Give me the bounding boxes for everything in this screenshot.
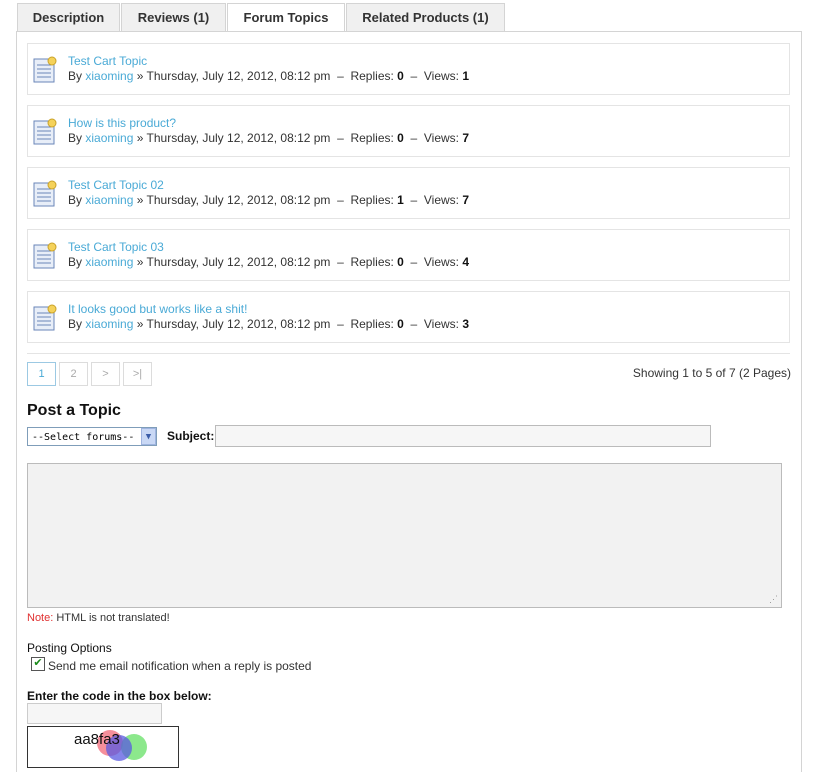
replies-label: Replies: — [350, 193, 394, 207]
views-count: 1 — [462, 69, 470, 83]
replies-label: Replies: — [350, 131, 394, 145]
note-label: Note: — [27, 612, 54, 624]
separator: » — [136, 255, 144, 269]
html-note: Note: HTML is not translated! — [27, 612, 170, 624]
separator: » — [136, 317, 144, 331]
dash: – — [337, 255, 344, 269]
author-link[interactable]: xiaoming — [85, 69, 133, 83]
post-topic-heading: Post a Topic — [27, 402, 121, 419]
tab-related-products[interactable]: Related Products (1) — [346, 3, 505, 32]
views-label: Views: — [423, 193, 460, 207]
topic-meta: By xiaoming » Thursday, July 12, 2012, 0… — [68, 317, 469, 331]
topic-meta: By xiaoming » Thursday, July 12, 2012, 0… — [68, 255, 469, 269]
last-page-button[interactable]: >| — [123, 362, 152, 386]
topic-document-icon — [33, 180, 57, 207]
topic-item: Test Cart Topic 02 By xiaoming » Thursda… — [27, 167, 790, 219]
email-notify-label: Send me email notification when a reply … — [48, 659, 312, 673]
topic-meta: By xiaoming » Thursday, July 12, 2012, 0… — [68, 69, 469, 83]
forum-select-value: --Select forums-- — [32, 432, 135, 443]
topic-meta: By xiaoming » Thursday, July 12, 2012, 0… — [68, 131, 469, 145]
page-2-button[interactable]: 2 — [59, 362, 88, 386]
captcha-input[interactable] — [27, 703, 162, 724]
author-link[interactable]: xiaoming — [85, 255, 133, 269]
tab-forum-topics[interactable]: Forum Topics — [227, 3, 345, 33]
views-label: Views: — [423, 317, 460, 331]
replies-count: 1 — [397, 193, 404, 207]
tab-reviews[interactable]: Reviews (1) — [121, 3, 226, 32]
message-textarea[interactable]: ⋰ — [27, 463, 782, 608]
replies-count: 0 — [397, 255, 404, 269]
dash: – — [337, 131, 344, 145]
forum-select[interactable]: --Select forums-- ▼ — [27, 427, 157, 446]
topic-date: Thursday, July 12, 2012, 08:12 pm — [146, 193, 331, 207]
page-1-button[interactable]: 1 — [27, 362, 56, 386]
topic-document-icon — [33, 304, 57, 331]
replies-label: Replies: — [350, 69, 394, 83]
by-label: By — [68, 69, 83, 83]
subject-input[interactable] — [215, 425, 711, 447]
dash: – — [337, 69, 344, 83]
topic-item: Test Cart Topic By xiaoming » Thursday, … — [27, 43, 790, 95]
dash: – — [410, 193, 418, 207]
topic-title-link[interactable]: It looks good but works like a shit! — [68, 302, 247, 316]
topic-meta: By xiaoming » Thursday, July 12, 2012, 0… — [68, 193, 469, 207]
dash: – — [337, 317, 344, 331]
resize-grip-icon[interactable]: ⋰ — [769, 595, 778, 604]
topic-date: Thursday, July 12, 2012, 08:12 pm — [146, 255, 331, 269]
topic-document-icon — [33, 118, 57, 145]
topic-title-link[interactable]: How is this product? — [68, 116, 176, 130]
by-label: By — [68, 131, 83, 145]
tab-description[interactable]: Description — [17, 3, 120, 32]
next-page-button[interactable]: > — [91, 362, 120, 386]
views-label: Views: — [423, 255, 460, 269]
topic-item: Test Cart Topic 03 By xiaoming » Thursda… — [27, 229, 790, 281]
replies-label: Replies: — [350, 317, 394, 331]
topic-title-link[interactable]: Test Cart Topic 02 — [68, 178, 164, 192]
topic-title-link[interactable]: Test Cart Topic 03 — [68, 240, 164, 254]
replies-count: 0 — [397, 69, 404, 83]
separator: » — [136, 69, 144, 83]
replies-label: Replies: — [350, 255, 394, 269]
by-label: By — [68, 193, 83, 207]
note-text: HTML is not translated! — [56, 612, 170, 624]
views-count: 4 — [462, 255, 470, 269]
replies-count: 0 — [397, 131, 404, 145]
author-link[interactable]: xiaoming — [85, 131, 133, 145]
views-count: 7 — [462, 193, 470, 207]
topic-date: Thursday, July 12, 2012, 08:12 pm — [146, 69, 331, 83]
dash: – — [337, 193, 344, 207]
posting-options-heading: Posting Options — [27, 641, 112, 655]
subject-label: Subject: — [167, 429, 215, 443]
by-label: By — [68, 255, 83, 269]
separator: » — [136, 131, 144, 145]
chevron-down-icon: ▼ — [141, 428, 156, 445]
captcha-image: aa8fa3 — [27, 726, 179, 768]
topic-document-icon — [33, 56, 57, 83]
replies-count: 0 — [397, 317, 404, 331]
author-link[interactable]: xiaoming — [85, 193, 133, 207]
topic-title-link[interactable]: Test Cart Topic — [68, 54, 147, 68]
views-label: Views: — [423, 69, 460, 83]
topic-document-icon — [33, 242, 57, 269]
separator: » — [136, 193, 144, 207]
topic-date: Thursday, July 12, 2012, 08:12 pm — [146, 317, 331, 331]
dash: – — [410, 131, 418, 145]
divider — [27, 353, 790, 354]
pagination-summary: Showing 1 to 5 of 7 (2 Pages) — [632, 366, 791, 380]
author-link[interactable]: xiaoming — [85, 317, 133, 331]
topic-item: How is this product? By xiaoming » Thurs… — [27, 105, 790, 157]
by-label: By — [68, 317, 83, 331]
topic-date: Thursday, July 12, 2012, 08:12 pm — [146, 131, 331, 145]
dash: – — [410, 69, 418, 83]
captcha-code: aa8fa3 — [74, 731, 120, 748]
topic-item: It looks good but works like a shit! By … — [27, 291, 790, 343]
dash: – — [410, 255, 418, 269]
captcha-label: Enter the code in the box below: — [27, 689, 212, 703]
dash: – — [410, 317, 418, 331]
email-notify-checkbox[interactable]: ✔ — [31, 657, 45, 671]
views-count: 3 — [462, 317, 470, 331]
views-label: Views: — [423, 131, 460, 145]
views-count: 7 — [462, 131, 470, 145]
forum-topics-panel: Test Cart Topic By xiaoming » Thursday, … — [16, 31, 802, 772]
